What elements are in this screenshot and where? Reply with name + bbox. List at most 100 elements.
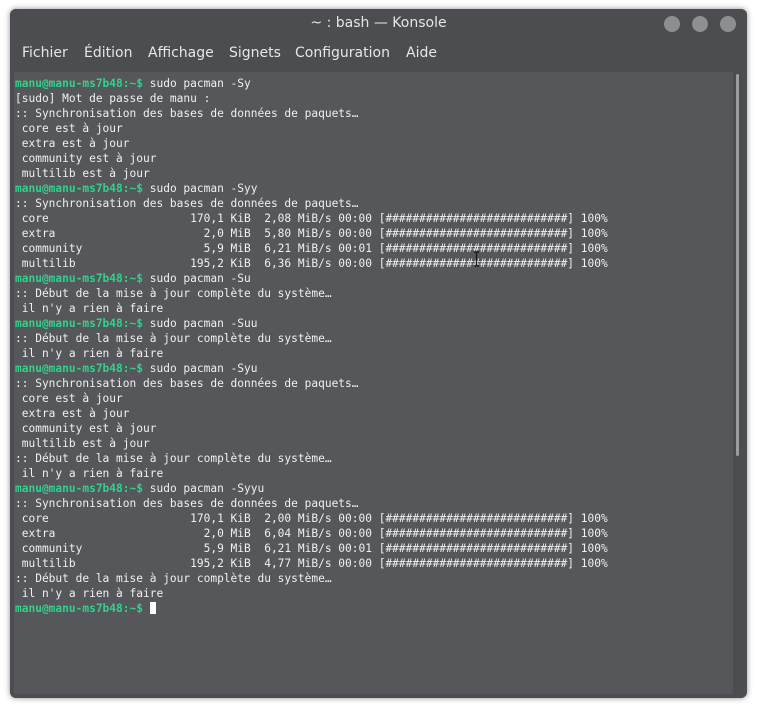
terminal-prompt-line: manu@manu-ms7b48:~$ sudo pacman -Syyu — [15, 481, 264, 496]
minimize-icon[interactable] — [664, 16, 680, 32]
output-text: [sudo] Mot de passe de manu : — [15, 92, 211, 105]
terminal-output-line: :: Synchronisation des bases de données … — [15, 496, 359, 511]
terminal-cursor — [149, 602, 156, 614]
terminal-output-line: [sudo] Mot de passe de manu : — [15, 91, 210, 106]
scrollbar-thumb[interactable] — [736, 74, 739, 456]
terminal-output-line: community est à jour — [15, 151, 157, 166]
terminal-output-line: community est à jour — [15, 421, 157, 436]
scrollbar[interactable] — [734, 72, 742, 694]
terminal-output-line: core 170,1 KiB 2,08 MiB/s 00:00 [#######… — [15, 211, 608, 226]
output-text: :: Début de la mise à jour complète du s… — [15, 572, 332, 585]
terminal-output-line: :: Synchronisation des bases de données … — [15, 376, 359, 391]
terminal-output[interactable]: manu@manu-ms7b48:~$ sudo pacman -Sy [sudo… — [14, 72, 733, 694]
output-text: il n'y a rien à faire — [15, 467, 164, 480]
terminal-output-line: il n'y a rien à faire — [15, 586, 163, 601]
terminal-output-line: extra est à jour — [15, 406, 130, 421]
output-text: core 170,1 KiB 2,08 MiB/s 00:00 [#######… — [15, 212, 608, 225]
terminal-output-line: il n'y a rien à faire — [15, 346, 163, 361]
menu-fichier[interactable]: Fichier — [22, 45, 68, 61]
output-text: multilib 195,2 KiB 6,36 MiB/s 00:00 [###… — [15, 257, 608, 270]
konsole-window: ~ : bash — Konsole Fichier Édition Affic… — [10, 9, 747, 698]
output-text: community 5,9 MiB 6,21 MiB/s 00:01 [####… — [15, 542, 608, 555]
maximize-icon[interactable] — [692, 16, 708, 32]
prompt-user-host: manu@manu-ms7b48 — [15, 182, 123, 195]
command-text: sudo pacman -Suu — [143, 317, 258, 330]
output-text: community 5,9 MiB 6,21 MiB/s 00:01 [####… — [15, 242, 608, 255]
terminal-output-line: extra 2,0 MiB 6,04 MiB/s 00:00 [########… — [15, 526, 608, 541]
output-text: il n'y a rien à faire — [15, 587, 164, 600]
output-text: core est à jour — [15, 122, 123, 135]
window-title: ~ : bash — Konsole — [310, 15, 447, 31]
menu-signets[interactable]: Signets — [229, 45, 281, 61]
prompt-user-host: manu@manu-ms7b48 — [15, 602, 123, 615]
terminal-output-line: core 170,1 KiB 2,00 MiB/s 00:00 [#######… — [15, 511, 608, 526]
output-text: multilib est à jour — [15, 167, 150, 180]
command-text — [143, 602, 150, 615]
menu-configuration[interactable]: Configuration — [295, 45, 390, 61]
prompt-user-host: manu@manu-ms7b48 — [15, 77, 123, 90]
terminal-prompt-line: manu@manu-ms7b48:~$ sudo pacman -Sy — [15, 76, 251, 91]
output-text: community est à jour — [15, 422, 157, 435]
output-text: core est à jour — [15, 392, 123, 405]
command-text: sudo pacman -Su — [143, 272, 251, 285]
terminal-output-line: multilib 195,2 KiB 4,77 MiB/s 00:00 [###… — [15, 556, 608, 571]
terminal-output-line: multilib 195,2 KiB 6,36 MiB/s 00:00 [###… — [15, 256, 608, 271]
prompt-user-host: manu@manu-ms7b48 — [15, 317, 123, 330]
terminal-prompt-line: manu@manu-ms7b48:~$ sudo pacman -Syu — [15, 361, 258, 376]
output-text: multilib est à jour — [15, 437, 150, 450]
terminal-output-line: il n'y a rien à faire — [15, 466, 163, 481]
output-text: il n'y a rien à faire — [15, 302, 164, 315]
terminal-output-line: core est à jour — [15, 121, 123, 136]
terminal-prompt-line: manu@manu-ms7b48:~$ sudo pacman -Suu — [15, 316, 258, 331]
prompt-user-host: manu@manu-ms7b48 — [15, 362, 123, 375]
prompt-symbol: :~$ — [122, 362, 143, 375]
terminal-output-line: extra 2,0 MiB 5,80 MiB/s 00:00 [########… — [15, 226, 608, 241]
menu-aide[interactable]: Aide — [406, 45, 437, 61]
prompt-symbol: :~$ — [122, 317, 143, 330]
output-text: :: Synchronisation des bases de données … — [15, 377, 359, 390]
output-text: :: Synchronisation des bases de données … — [15, 497, 359, 510]
terminal-output-line: :: Début de la mise à jour complète du s… — [15, 571, 332, 586]
terminal-prompt-line: manu@manu-ms7b48:~$ sudo pacman -Syy — [15, 181, 258, 196]
output-text: extra est à jour — [15, 407, 130, 420]
output-text: il n'y a rien à faire — [15, 347, 164, 360]
terminal-output-line: community 5,9 MiB 6,21 MiB/s 00:01 [####… — [15, 241, 608, 256]
output-text: extra 2,0 MiB 6,04 MiB/s 00:00 [########… — [15, 527, 608, 540]
menu-edition[interactable]: Édition — [84, 45, 132, 61]
prompt-symbol: :~$ — [122, 602, 143, 615]
output-text: :: Début de la mise à jour complète du s… — [15, 452, 332, 465]
prompt-user-host: manu@manu-ms7b48 — [15, 482, 123, 495]
terminal-output-line: community 5,9 MiB 6,21 MiB/s 00:01 [####… — [15, 541, 608, 556]
prompt-symbol: :~$ — [122, 272, 143, 285]
output-text: community est à jour — [15, 152, 157, 165]
output-text: :: Synchronisation des bases de données … — [15, 197, 359, 210]
close-icon[interactable] — [720, 16, 736, 32]
terminal-output-line: il n'y a rien à faire — [15, 301, 163, 316]
prompt-symbol: :~$ — [122, 182, 143, 195]
terminal-output-line: core est à jour — [15, 391, 123, 406]
menu-affichage[interactable]: Affichage — [148, 45, 214, 61]
menu-bar: Fichier Édition Affichage Signets Config… — [10, 39, 747, 69]
prompt-symbol: :~$ — [122, 77, 143, 90]
output-text: multilib 195,2 KiB 4,77 MiB/s 00:00 [###… — [15, 557, 608, 570]
prompt-symbol: :~$ — [122, 482, 143, 495]
terminal-output-line: :: Début de la mise à jour complète du s… — [15, 451, 332, 466]
terminal-output-line: :: Début de la mise à jour complète du s… — [15, 286, 332, 301]
command-text: sudo pacman -Sy — [143, 77, 251, 90]
terminal-output-line: multilib est à jour — [15, 436, 150, 451]
terminal-output-line: extra est à jour — [15, 136, 130, 151]
prompt-user-host: manu@manu-ms7b48 — [15, 272, 123, 285]
output-text: :: Synchronisation des bases de données … — [15, 107, 359, 120]
terminal-output-line: multilib est à jour — [15, 166, 150, 181]
title-bar[interactable]: ~ : bash — Konsole — [10, 9, 747, 39]
terminal-output-line: :: Synchronisation des bases de données … — [15, 196, 359, 211]
command-text: sudo pacman -Syy — [143, 182, 258, 195]
output-text: core 170,1 KiB 2,00 MiB/s 00:00 [#######… — [15, 512, 608, 525]
terminal-prompt-line: manu@manu-ms7b48:~$ sudo pacman -Su — [15, 271, 251, 286]
terminal-prompt-line: manu@manu-ms7b48:~$ — [15, 601, 156, 616]
terminal-output-line: :: Synchronisation des bases de données … — [15, 106, 359, 121]
text-cursor-icon — [474, 251, 479, 267]
output-text: extra 2,0 MiB 5,80 MiB/s 00:00 [########… — [15, 227, 608, 240]
terminal-output-line: :: Début de la mise à jour complète du s… — [15, 331, 332, 346]
command-text: sudo pacman -Syu — [143, 362, 258, 375]
